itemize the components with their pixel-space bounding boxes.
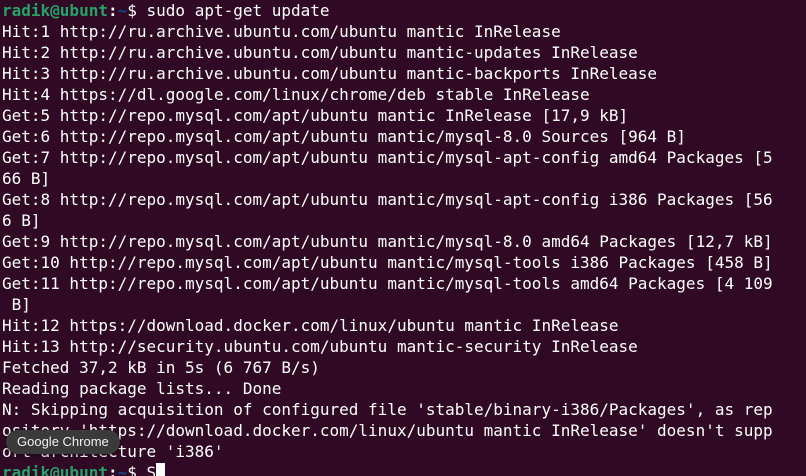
output-line: Get:5 http://repo.mysql.com/apt/ubuntu m… xyxy=(2,106,629,125)
command-text: sudo apt-get update xyxy=(136,1,330,20)
prompt-user-host: radik@ubunt xyxy=(2,1,108,20)
output-line: Hit:1 http://ru.archive.ubuntu.com/ubunt… xyxy=(2,22,561,41)
output-line: Reading package lists... Done xyxy=(2,379,282,398)
output-line: Hit:12 https://download.docker.com/linux… xyxy=(2,316,619,335)
output-line: 6 B] xyxy=(2,211,41,230)
output-line: Fetched 37,2 kB in 5s (6 767 B/s) xyxy=(2,358,320,377)
prompt-path: ~ xyxy=(117,463,128,476)
prompt-user-host: radik@ubunt xyxy=(2,463,108,476)
typed-input[interactable]: S xyxy=(137,463,157,476)
prompt-symbol: $ xyxy=(127,463,137,476)
output-line: ort architecture 'i386' xyxy=(2,442,224,461)
output-line: Get:7 http://repo.mysql.com/apt/ubuntu m… xyxy=(2,148,773,167)
output-line: Get:9 http://repo.mysql.com/apt/ubuntu m… xyxy=(2,232,773,251)
output-line: B] xyxy=(2,295,31,314)
current-prompt-line[interactable]: radik@ubunt:~$ S xyxy=(2,462,806,476)
command-line: radik@ubunt:~$ sudo apt-get update xyxy=(2,0,806,21)
output-line: Get:8 http://repo.mysql.com/apt/ubuntu m… xyxy=(2,190,773,209)
output-line: Get:10 http://repo.mysql.com/apt/ubuntu … xyxy=(2,253,773,272)
prompt-colon: : xyxy=(107,463,118,476)
terminal-window[interactable]: radik@ubunt:~$ sudo apt-get update Hit:1… xyxy=(0,0,806,476)
output-line: Get:11 http://repo.mysql.com/apt/ubuntu … xyxy=(2,274,773,293)
output-line: Get:6 http://repo.mysql.com/apt/ubuntu m… xyxy=(2,127,686,146)
output-line: Hit:13 http://security.ubuntu.com/ubuntu… xyxy=(2,337,638,356)
output-line: 66 B] xyxy=(2,169,51,188)
output-line: Hit:3 http://ru.archive.ubuntu.com/ubunt… xyxy=(2,64,658,83)
text-cursor xyxy=(156,463,166,476)
output-line: N: Skipping acquisition of configured fi… xyxy=(2,400,773,419)
taskbar-tooltip: Google Chrome xyxy=(6,430,120,454)
output-line: Hit:4 https://dl.google.com/linux/chrome… xyxy=(2,85,590,104)
prompt-path: ~ xyxy=(117,1,128,20)
output-line: Hit:2 http://ru.archive.ubuntu.com/ubunt… xyxy=(2,43,638,62)
output-line: ository 'https://download.docker.com/lin… xyxy=(2,421,773,440)
prompt-symbol: $ xyxy=(127,1,137,20)
prompt-colon: : xyxy=(107,1,118,20)
